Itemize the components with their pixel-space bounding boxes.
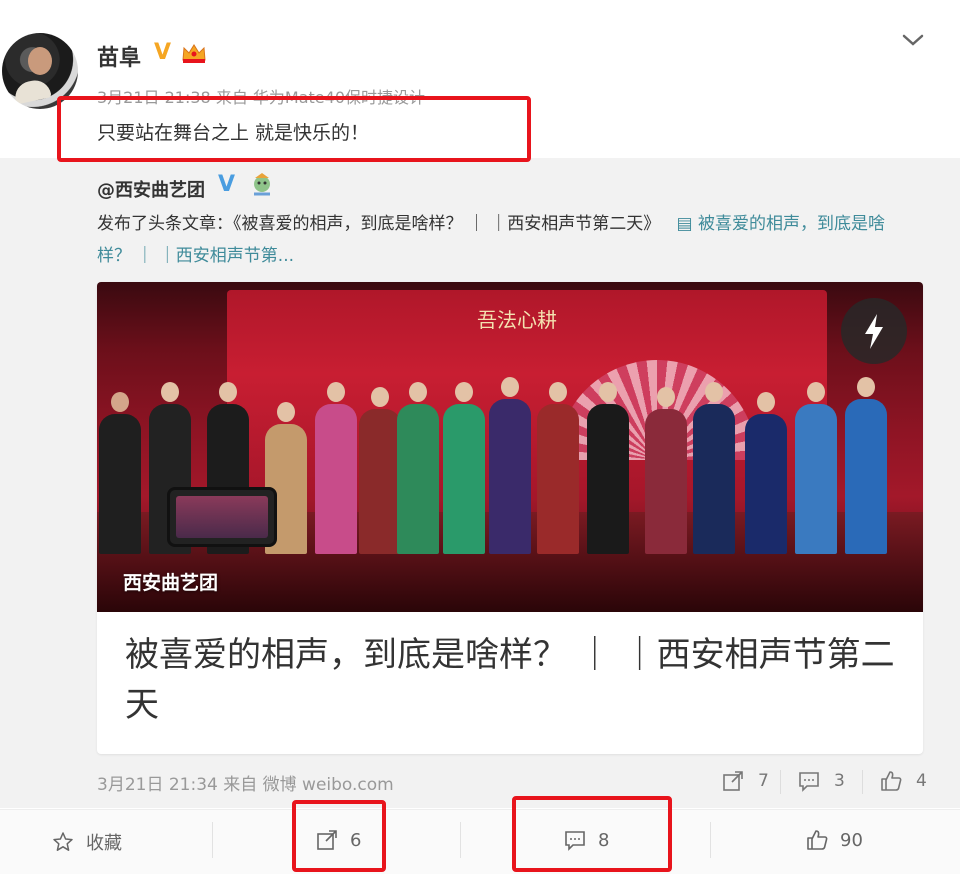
highlight-comment-count: [512, 796, 672, 872]
repost-stat-likes[interactable]: 4: [880, 770, 927, 792]
repost-text-prefix: 发布了头条文章：《被喜爱的相声，到底是啥样？ ｜ ｜西安相声节第二天》: [97, 214, 661, 234]
like-count: 4: [916, 771, 927, 791]
article-cover-image: 吾法心耕 西安曲艺团: [97, 282, 923, 612]
banner-caption: 吾法心耕: [477, 308, 557, 332]
flash-icon: [865, 314, 883, 349]
favorite-button[interactable]: 收藏: [52, 829, 122, 855]
comment-icon: [799, 772, 819, 792]
repost-meta: 3月21日 21:34 来自 微博 weibo.com: [97, 775, 394, 795]
repost-author[interactable]: @西安曲艺团: [97, 176, 205, 202]
weibo-card: 苗阜 V 3月21日 21:38 来自 华为Mate40保时捷设计 只要站在舞台…: [0, 0, 960, 874]
article-card[interactable]: 吾法心耕 西安曲艺团 被喜爱的相声，到底是啥样？ ｜ ｜西安相声节第二天: [97, 282, 923, 754]
like-button[interactable]: 90: [806, 829, 863, 851]
chevron-down-icon[interactable]: [900, 30, 926, 50]
membership-icon: [254, 173, 270, 196]
divider: [212, 822, 213, 858]
highlight-post-text: [57, 96, 531, 162]
like-icon: [881, 771, 902, 791]
image-watermark: 西安曲艺团: [123, 572, 219, 594]
verified-badge: V: [154, 40, 172, 65]
divider: [780, 770, 781, 794]
flash-button[interactable]: [841, 298, 907, 364]
username[interactable]: 苗阜: [97, 40, 141, 72]
highlight-repost-count: [292, 800, 386, 872]
phone-in-photo: [167, 487, 277, 547]
article-icon: ▤: [676, 214, 698, 234]
crown-icon: [182, 44, 206, 63]
star-icon: [53, 832, 73, 851]
repost-count: 7: [758, 771, 769, 791]
favorite-label: 收藏: [86, 833, 122, 854]
repost-stat-comments[interactable]: 3: [798, 770, 845, 792]
divider: [862, 770, 863, 794]
repost-icon: [723, 771, 743, 791]
repost-text: 发布了头条文章：《被喜爱的相声，到底是啥样？ ｜ ｜西安相声节第二天》 ▤ 被喜…: [97, 208, 912, 272]
article-title[interactable]: 被喜爱的相声，到底是啥样？ ｜ ｜西安相声节第二天: [125, 630, 905, 730]
like-icon: [807, 830, 828, 850]
repost-verified-badge: V: [218, 172, 236, 197]
comment-count: 3: [834, 771, 845, 791]
like-count: 90: [840, 829, 863, 851]
divider: [460, 822, 461, 858]
divider: [710, 822, 711, 858]
repost-stat-reposts[interactable]: 7: [722, 770, 769, 792]
